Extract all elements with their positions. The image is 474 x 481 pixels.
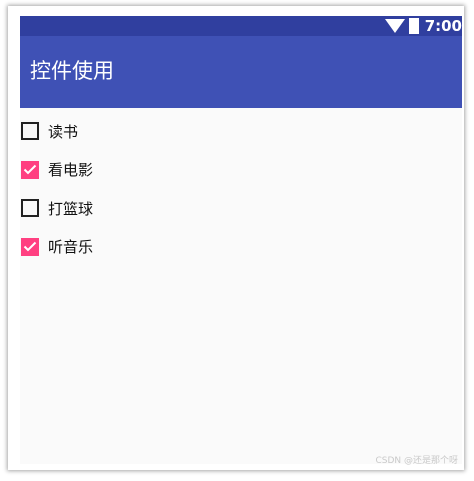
watermark: CSDN @还是那个呀 — [375, 456, 458, 466]
checkbox-icon[interactable] — [21, 237, 39, 256]
phone-screen: 7:00 控件使用 读书 看电影 打篮球 听音乐 — [20, 16, 462, 464]
checkbox-list: 读书 看电影 打篮球 听音乐 — [20, 112, 462, 266]
checkbox-label: 听音乐 — [48, 238, 94, 257]
battery-icon — [408, 18, 419, 34]
checkbox-label: 打篮球 — [48, 199, 94, 218]
checkbox-icon[interactable] — [21, 199, 39, 218]
wifi-icon — [384, 19, 405, 33]
status-icons: 7:00 — [384, 16, 462, 36]
checkbox-icon[interactable] — [21, 122, 39, 141]
checkbox-label: 读书 — [48, 122, 79, 141]
app-title: 控件使用 — [30, 59, 114, 83]
screenshot-frame: 7:00 控件使用 读书 看电影 打篮球 听音乐 CSDN @还是那个呀 — [8, 6, 464, 470]
status-bar: 7:00 — [20, 16, 462, 36]
checkbox-movies[interactable]: 看电影 — [20, 151, 462, 190]
checkbox-basketball[interactable]: 打篮球 — [20, 189, 462, 228]
checkbox-label: 看电影 — [48, 161, 94, 180]
checkbox-reading[interactable]: 读书 — [20, 112, 462, 151]
checkbox-icon[interactable] — [21, 160, 39, 179]
app-bar: 控件使用 — [20, 36, 462, 108]
status-time: 7:00 — [424, 17, 462, 35]
checkbox-music[interactable]: 听音乐 — [20, 228, 462, 267]
